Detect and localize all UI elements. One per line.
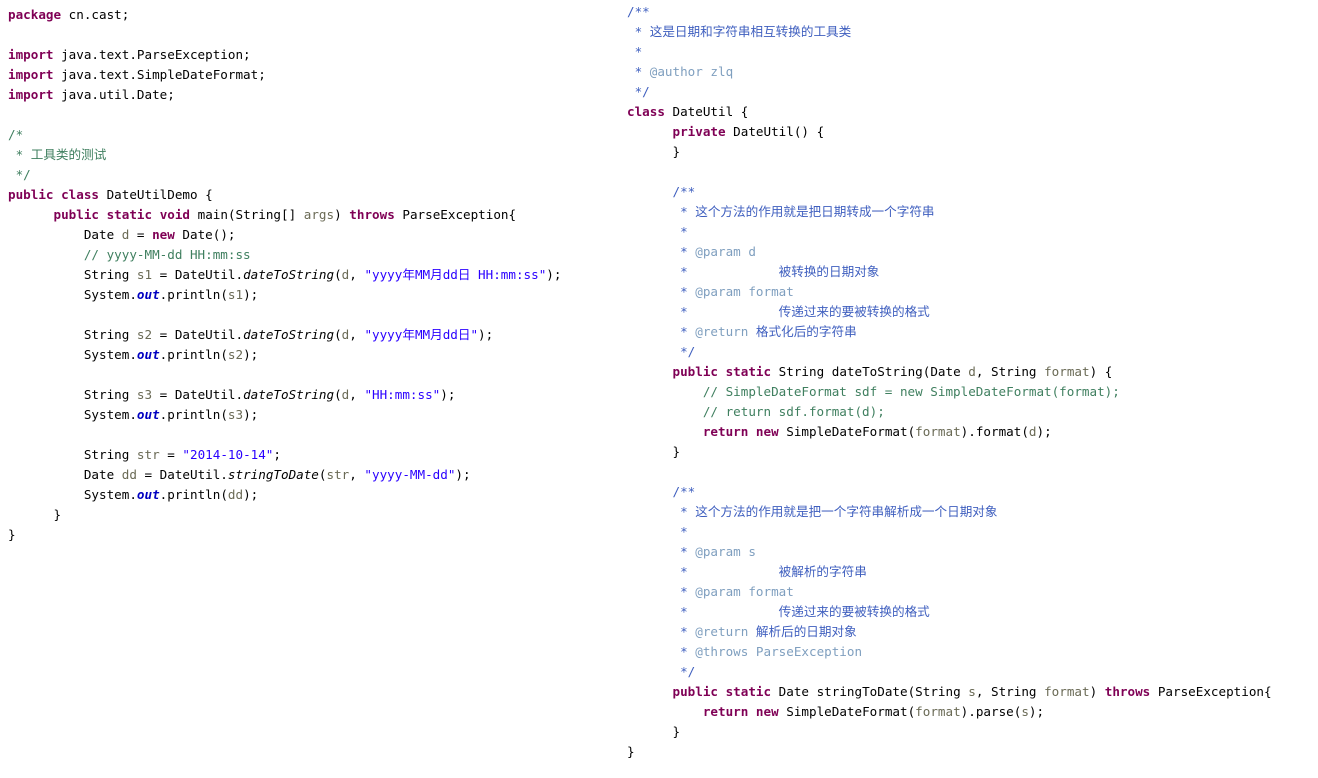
code-line: * 工具类的测试 (8, 147, 107, 162)
code-line: * 这个方法的作用就是把日期转成一个字符串 (680, 204, 935, 219)
code-line: private DateUtil() { (672, 124, 825, 139)
code-line: * (680, 524, 688, 539)
code-line: } (8, 527, 16, 542)
code-line: * @author zlq (627, 64, 734, 79)
code-line: * 传递过来的要被转换的格式 (680, 304, 930, 319)
code-line: System.out.println(s1); (8, 287, 259, 302)
code-line: * 这是日期和字符串相互转换的工具类 (627, 24, 852, 39)
code-line: return new SimpleDateFormat(format).pars… (702, 704, 1045, 719)
code-line: * @param d (680, 244, 756, 259)
code-line: package cn.cast; (8, 7, 130, 22)
code-line: import java.util.Date; (8, 87, 175, 102)
code-line: // yyyy-MM-dd HH:mm:ss (83, 247, 251, 262)
code-line: System.out.println(s3); (8, 407, 259, 422)
code-line: /** (672, 184, 696, 199)
code-line: // return sdf.format(d); (702, 404, 885, 419)
code-line: * @throws ParseException (680, 644, 863, 659)
code-line: return new SimpleDateFormat(format).form… (702, 424, 1052, 439)
code-line: * @param s (680, 544, 756, 559)
code-line: public class DateUtilDemo { (8, 187, 213, 202)
code-line: } (627, 144, 681, 159)
code-line: // SimpleDateFormat sdf = new SimpleDate… (702, 384, 1120, 399)
code-line: import java.text.SimpleDateFormat; (8, 67, 266, 82)
code-line: } (627, 724, 681, 739)
code-line: String str = "2014-10-14"; (8, 447, 281, 462)
code-line: public static void main(String[] args) t… (53, 207, 517, 222)
code-line: String s2 = DateUtil.dateToString(d, "yy… (8, 327, 494, 342)
code-line: * 被解析的字符串 (680, 564, 867, 579)
code-line: Date dd = DateUtil.stringToDate(str, "yy… (8, 467, 471, 482)
code-line: * @param format (680, 584, 794, 599)
left-code-pane[interactable]: package cn.cast; import java.text.ParseE… (0, 0, 619, 778)
code-line: System.out.println(s2); (8, 347, 259, 362)
right-code-block[interactable]: /** * 这是日期和字符串相互转换的工具类 * * @author zlq *… (619, 0, 1318, 762)
left-code-block[interactable]: package cn.cast; import java.text.ParseE… (0, 0, 619, 545)
code-line: Date d = new Date(); (8, 227, 236, 242)
code-line: System.out.println(dd); (8, 487, 259, 502)
code-line: */ (680, 344, 696, 359)
code-line: * 被转换的日期对象 (680, 264, 880, 279)
code-line: class DateUtil { (627, 104, 749, 119)
code-line: * 传递过来的要被转换的格式 (680, 604, 930, 619)
code-line: public static String dateToString(Date d… (672, 364, 1113, 379)
code-line: String s3 = DateUtil.dateToString(d, "HH… (8, 387, 456, 402)
code-line: * 这个方法的作用就是把一个字符串解析成一个日期对象 (680, 504, 998, 519)
code-line: } (627, 444, 681, 459)
code-line: */ (680, 664, 696, 679)
code-line: /** (627, 4, 650, 19)
editor-split-view: package cn.cast; import java.text.ParseE… (0, 0, 1318, 778)
code-line: } (8, 507, 62, 522)
code-line: */ (627, 84, 650, 99)
code-line: * @param format (680, 284, 794, 299)
code-line: /* (8, 127, 24, 142)
code-line: * (627, 44, 643, 59)
code-line: * (680, 224, 688, 239)
code-line: * @return 解析后的日期对象 (680, 624, 857, 639)
code-line: } (627, 744, 635, 759)
code-line: /** (672, 484, 696, 499)
code-line: public static Date stringToDate(String s… (672, 684, 1272, 699)
code-line: */ (8, 167, 31, 182)
code-line: import java.text.ParseException; (8, 47, 251, 62)
right-code-pane[interactable]: /** * 这是日期和字符串相互转换的工具类 * * @author zlq *… (619, 0, 1318, 778)
code-line: * @return 格式化后的字符串 (672, 324, 857, 339)
code-line: String s1 = DateUtil.dateToString(d, "yy… (8, 267, 562, 282)
